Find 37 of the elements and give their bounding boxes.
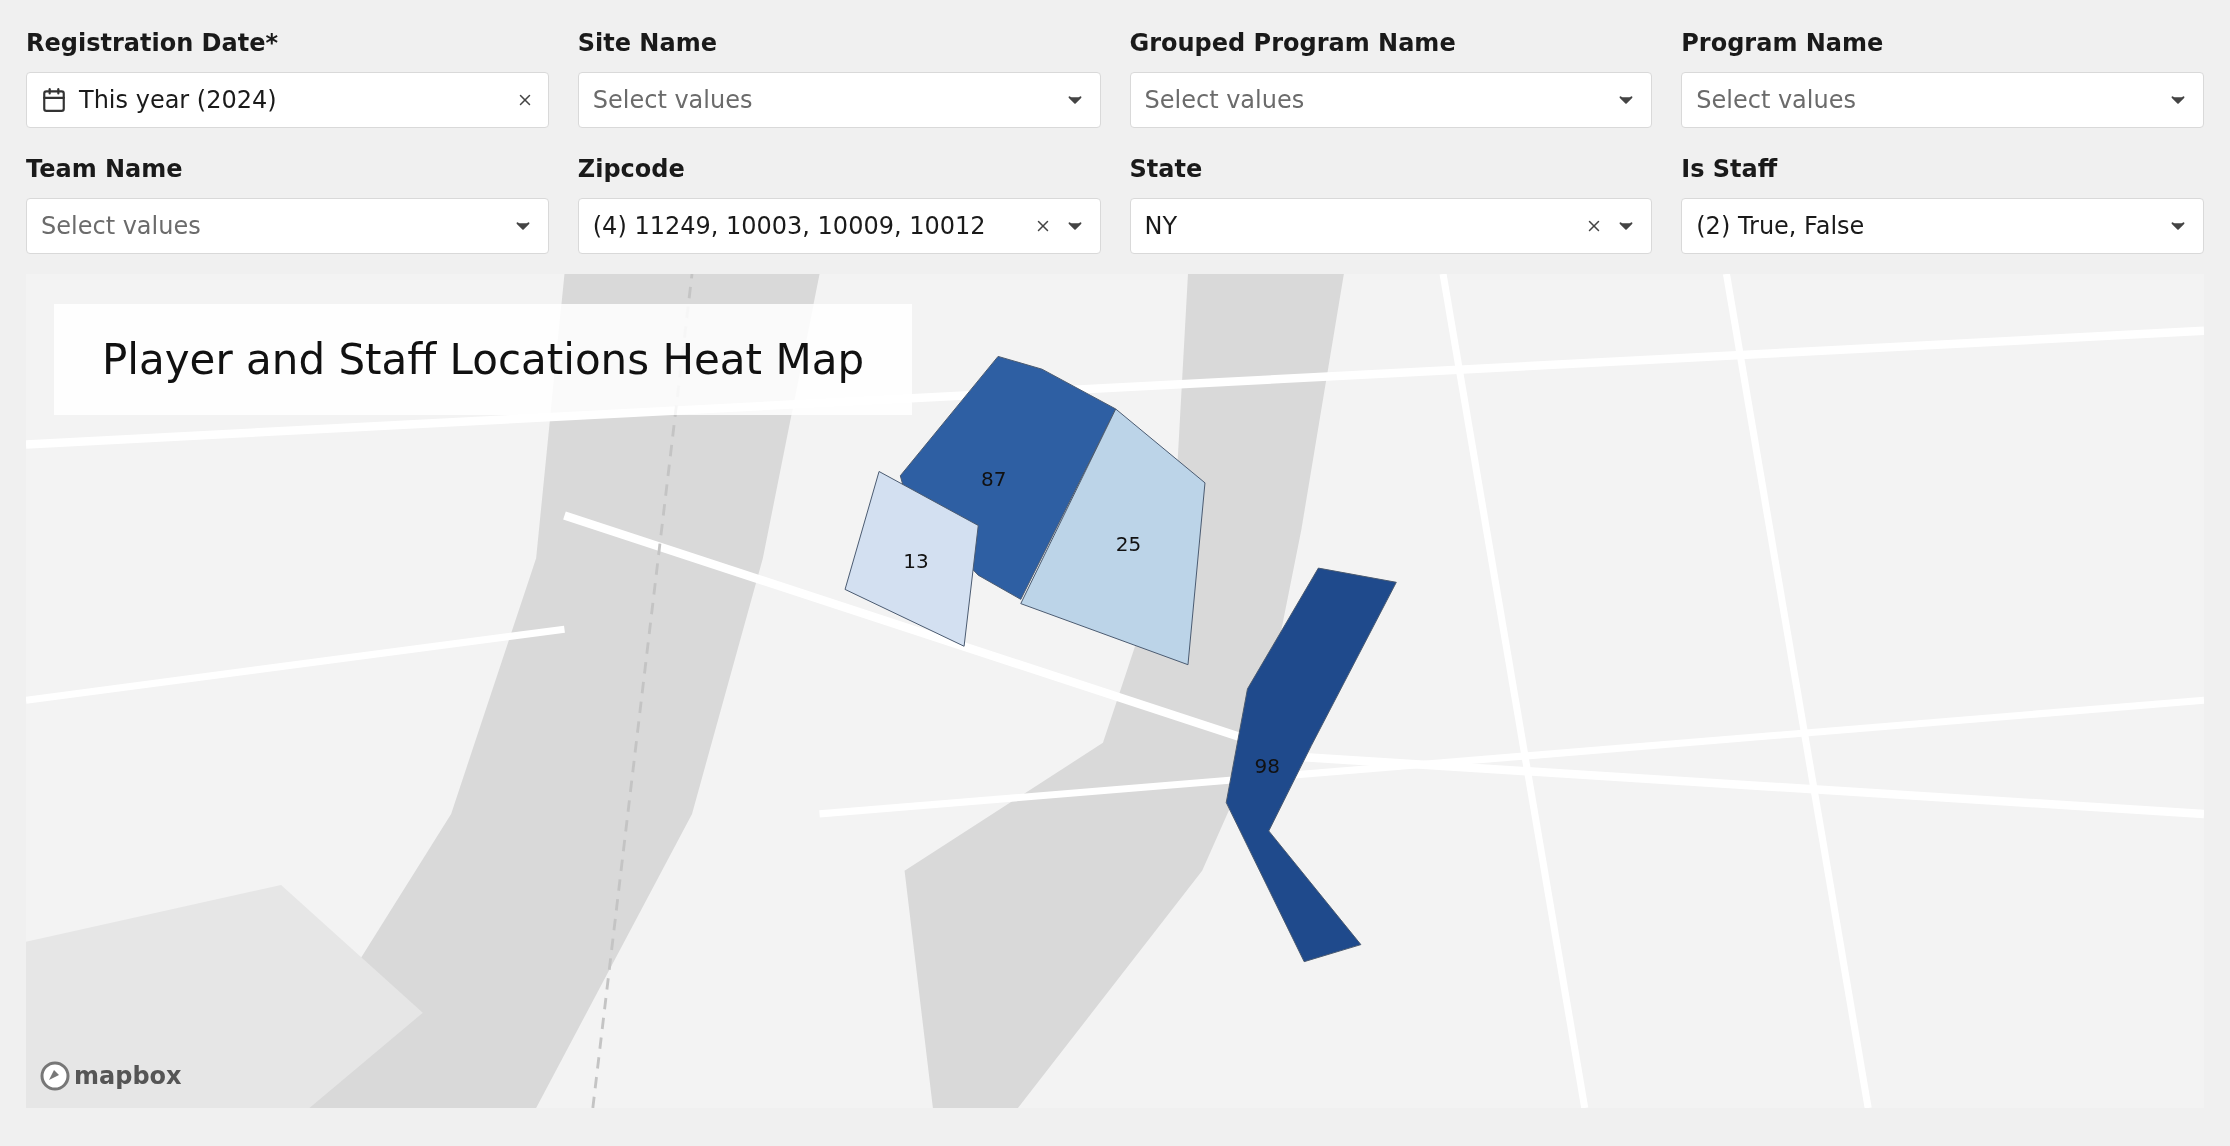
heat-region[interactable] [1020, 408, 1206, 666]
heat-region[interactable] [1225, 567, 1397, 963]
select-field[interactable]: (4) 11249, 10003, 10009, 10012 [577, 198, 1101, 254]
select-field[interactable]: Select values [26, 198, 549, 254]
field-placeholder: Select values [41, 211, 201, 242]
map-title: Player and Staff Locations Heat Map [102, 335, 865, 384]
field-placeholder: Select values [1144, 85, 1305, 116]
region-value: 98 [1254, 752, 1281, 780]
select-field[interactable]: (2) True, False [1681, 198, 2204, 254]
filter-label: State [1129, 154, 1204, 184]
field-value: (4) 11249, 10003, 10009, 10012 [592, 211, 986, 242]
filter-label: Is Staff [1681, 154, 1779, 184]
select-field[interactable]: Select values [577, 72, 1101, 128]
filter-label: Team Name [26, 154, 184, 184]
field-placeholder: Select values [592, 85, 753, 116]
map-attribution[interactable]: mapbox [74, 1058, 182, 1094]
calendar-icon [41, 87, 67, 113]
heat-region[interactable] [844, 471, 979, 647]
date-field[interactable]: This year (2024) [26, 72, 549, 128]
region-value: 25 [1115, 530, 1142, 558]
field-value: This year (2024) [79, 85, 277, 116]
field-placeholder: Select values [1696, 85, 1856, 116]
heat-region[interactable] [899, 355, 1117, 600]
field-value: NY [1144, 211, 1178, 242]
select-field[interactable]: Select values [1681, 72, 2204, 128]
region-value: 87 [981, 465, 1007, 493]
map-panel[interactable]: 87 25 13 98 Player and Staff Locations Heat Map mapbox [26, 274, 2204, 1108]
select-field[interactable]: Select values [1129, 72, 1653, 128]
select-field[interactable]: NY [1129, 198, 1653, 254]
filter-label: Registration Date* [26, 28, 279, 58]
field-value: (2) True, False [1696, 211, 1865, 242]
filter-label: Zipcode [577, 154, 686, 184]
filter-label: Grouped Program Name [1129, 28, 1457, 58]
filter-label: Program Name [1681, 28, 1885, 58]
filter-label: Site Name [577, 28, 718, 58]
region-value: 13 [903, 548, 929, 575]
logo-icon [40, 1061, 70, 1091]
